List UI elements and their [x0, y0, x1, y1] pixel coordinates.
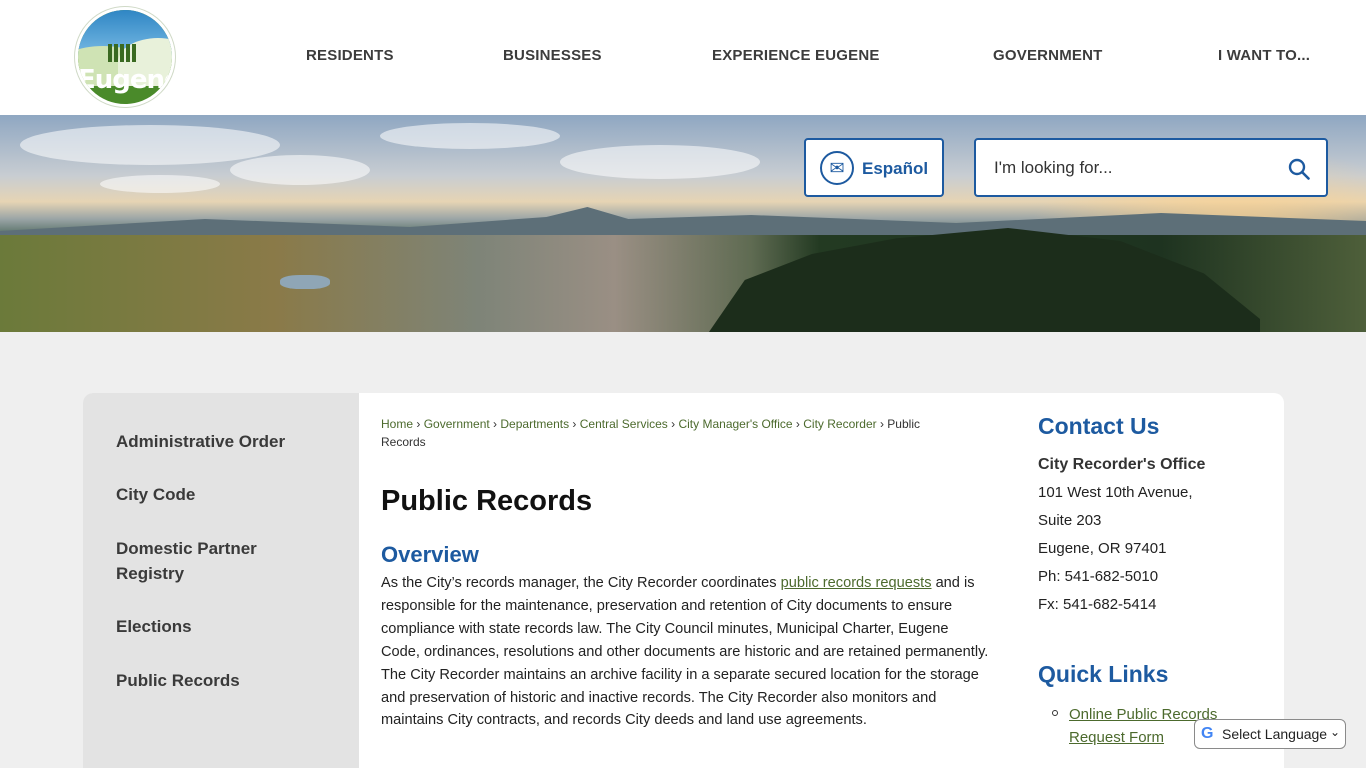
para-text: As the City’s records manager, the City …	[381, 575, 781, 591]
breadcrumb-city-managers-office[interactable]: City Manager's Office	[678, 417, 792, 431]
banner-cloud	[560, 145, 760, 179]
nav-businesses[interactable]: BUSINESSES	[503, 47, 602, 67]
contact-phone: Ph: 541-682-5010	[1038, 568, 1159, 585]
search-input[interactable]	[994, 154, 1274, 182]
nav-government[interactable]: GOVERNMENT	[993, 47, 1103, 67]
site-header: Eugene RESIDENTS BUSINESSES EXPERIENCE E…	[0, 0, 1366, 115]
sidebar-item-public-records[interactable]: Public Records	[116, 668, 336, 693]
sidebar-item-administrative-order[interactable]: Administrative Order	[116, 429, 336, 454]
sidebar-item-elections[interactable]: Elections	[116, 614, 336, 639]
nav-experience-eugene[interactable]: EXPERIENCE EUGENE	[712, 47, 880, 67]
overview-paragraph: As the City’s records manager, the City …	[381, 572, 991, 732]
contact-address2: Suite 203	[1038, 512, 1102, 529]
sidebar-item-domestic-partner-registry[interactable]: Domestic Partner Registry	[116, 536, 266, 586]
contact-heading: Contact Us	[1038, 413, 1160, 439]
banner-cloud	[20, 125, 280, 165]
select-language-label: Select Language	[1222, 726, 1328, 742]
breadcrumb-central-services[interactable]: Central Services	[580, 417, 668, 431]
breadcrumb-home[interactable]: Home	[381, 417, 413, 431]
contact-city: Eugene, OR 97401	[1038, 540, 1167, 557]
banner-cloud	[230, 155, 370, 185]
espanol-button[interactable]: ✉ Español	[804, 138, 944, 197]
quick-links-heading: Quick Links	[1038, 661, 1169, 687]
contact-fax: Fx: 541-682-5414	[1038, 596, 1157, 613]
eugene-logo[interactable]: Eugene	[75, 7, 175, 107]
section-heading: Overview	[381, 542, 479, 567]
logo-text: Eugene	[78, 65, 175, 95]
nav-residents[interactable]: RESIDENTS	[306, 47, 394, 67]
banner-river	[280, 275, 330, 289]
public-records-requests-link[interactable]: public records requests	[781, 575, 932, 591]
list-bullet	[1052, 710, 1058, 716]
banner-cloud	[100, 175, 220, 193]
content-card: Administrative Order City Code Domestic …	[83, 393, 1284, 768]
site-search	[974, 138, 1328, 197]
breadcrumb-city-recorder[interactable]: City Recorder	[803, 417, 876, 431]
select-language-dropdown[interactable]: G Select Language ⌄	[1194, 719, 1346, 749]
breadcrumb-departments[interactable]: Departments	[500, 417, 569, 431]
search-icon[interactable]	[1288, 158, 1310, 180]
sidebar-nav: Administrative Order City Code Domestic …	[83, 393, 359, 768]
chevron-down-icon: ⌄	[1330, 725, 1341, 739]
banner-cloud	[380, 123, 560, 149]
page-title: Public Records	[381, 485, 593, 517]
google-g-icon: G	[1201, 725, 1214, 742]
contact-address1: 101 West 10th Avenue,	[1038, 484, 1193, 501]
sidebar-item-city-code[interactable]: City Code	[116, 482, 336, 507]
breadcrumb-government[interactable]: Government	[424, 417, 490, 431]
translate-icon: ✉	[820, 151, 854, 185]
nav-i-want-to[interactable]: I WANT TO...	[1218, 47, 1310, 67]
breadcrumb: Home › Government › Departments › Centra…	[381, 417, 920, 449]
espanol-label: Español	[862, 159, 929, 178]
contact-office: City Recorder's Office	[1038, 456, 1206, 473]
para-text: and is responsible for the maintenance, …	[381, 575, 989, 729]
logo-skyline	[108, 44, 138, 62]
